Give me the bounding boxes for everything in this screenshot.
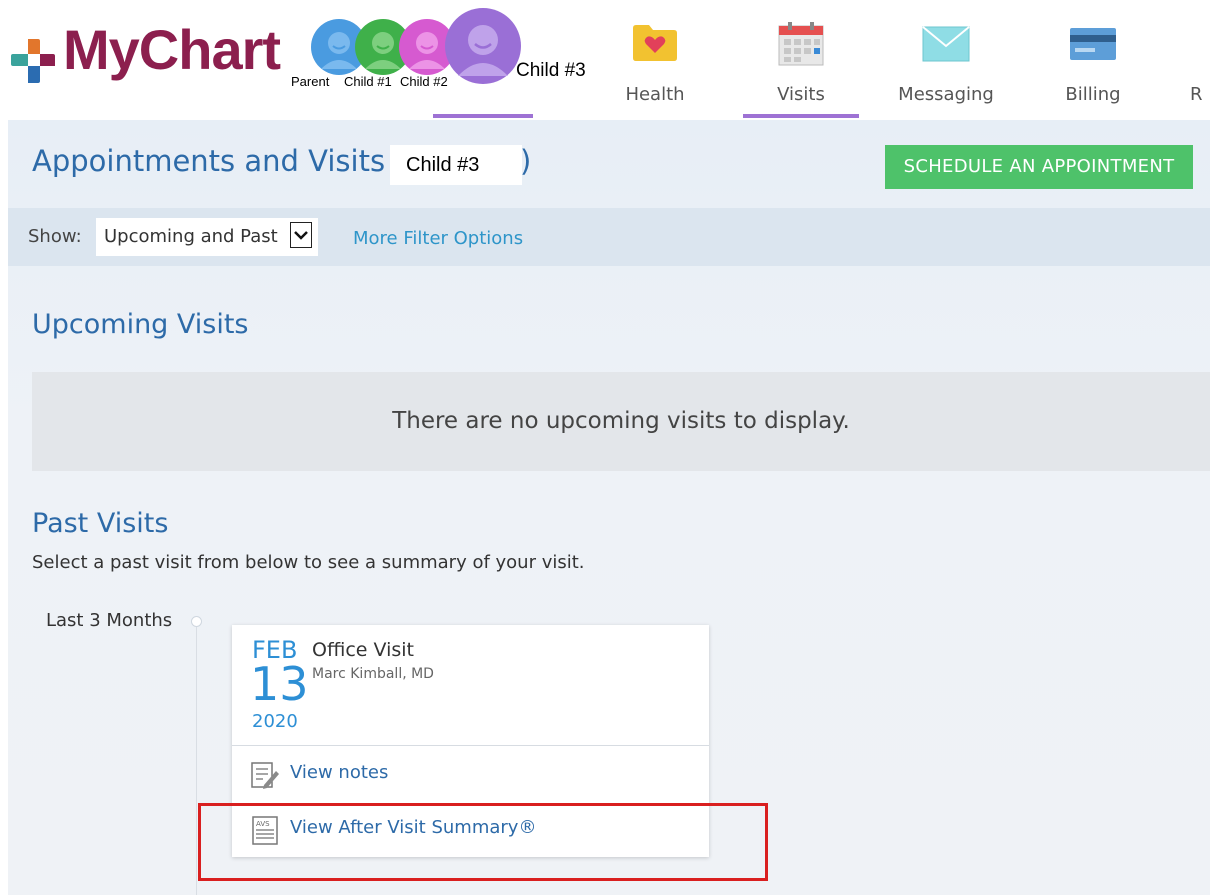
nav-label-messaging: Messaging: [898, 84, 994, 105]
timeline-line: [196, 627, 197, 895]
avatar-label-child-3: Child #3: [516, 60, 586, 81]
show-filter-value: Upcoming and Past: [104, 226, 278, 247]
nav-label-visits: Visits: [777, 84, 825, 105]
upcoming-empty-message: There are no upcoming visits to display.: [392, 408, 850, 434]
chevron-down-icon[interactable]: [290, 222, 312, 248]
notes-pencil-icon: [251, 762, 279, 789]
highlight-annotation: [198, 803, 768, 881]
page-title-child-name: Child #3: [390, 145, 522, 185]
folder-heart-icon: [633, 25, 677, 61]
active-proxy-underline: [433, 114, 533, 118]
avatar-child-3[interactable]: [445, 8, 521, 84]
view-notes-label: View notes: [290, 762, 389, 783]
card-divider: [232, 745, 709, 746]
show-label: Show:: [28, 226, 82, 247]
show-filter-select[interactable]: Upcoming and Past: [96, 218, 318, 256]
top-header: MyChart Parent Child #1 Child #2 Child #…: [0, 0, 1210, 120]
view-notes-link[interactable]: View notes: [250, 758, 450, 792]
calendar-icon: [778, 22, 824, 66]
timeline-group-label: Last 3 Months: [46, 610, 173, 631]
visit-provider: Marc Kimball, MD: [312, 666, 434, 682]
more-filter-options-link[interactable]: More Filter Options: [353, 228, 523, 249]
page-title: Appointments and Visits (: [32, 144, 406, 178]
nav-more[interactable]: R: [1190, 0, 1210, 118]
nav-health[interactable]: Health: [605, 0, 705, 118]
nav-label-health: Health: [625, 84, 685, 105]
nav-visits[interactable]: Visits: [750, 0, 852, 118]
person-icon: [458, 25, 508, 76]
nav-label-billing: Billing: [1065, 84, 1121, 105]
upcoming-visits-heading: Upcoming Visits: [32, 309, 249, 340]
mychart-logo-icon: [11, 39, 55, 83]
avatar-label-child-1: Child #1: [344, 74, 392, 89]
envelope-icon: [922, 26, 970, 62]
active-nav-underline: [743, 114, 859, 118]
page-title-suffix: ): [520, 144, 532, 178]
nav-billing[interactable]: Billing: [1043, 0, 1143, 118]
upcoming-visits-empty-box: There are no upcoming visits to display.: [32, 372, 1210, 471]
past-visits-heading: Past Visits: [32, 508, 169, 539]
schedule-appointment-button[interactable]: SCHEDULE AN APPOINTMENT: [885, 145, 1193, 189]
avatar-label-child-2: Child #2: [400, 74, 448, 89]
timeline-dot: [191, 616, 202, 627]
credit-card-icon: [1070, 28, 1116, 60]
main-content: Appointments and Visits ( Child #3 ) SCH…: [8, 120, 1210, 895]
avatar-label-parent: Parent: [291, 74, 330, 89]
mychart-logo-text[interactable]: MyChart: [63, 22, 281, 78]
past-visits-subtitle: Select a past visit from below to see a …: [32, 552, 585, 573]
visit-year: 2020: [252, 711, 298, 732]
nav-label-more: R: [1190, 84, 1203, 105]
nav-messaging[interactable]: Messaging: [890, 0, 1002, 118]
visit-type: Office Visit: [312, 639, 414, 661]
visit-day: 13: [250, 657, 309, 711]
filter-bar: Show: Upcoming and Past More Filter Opti…: [8, 208, 1210, 266]
